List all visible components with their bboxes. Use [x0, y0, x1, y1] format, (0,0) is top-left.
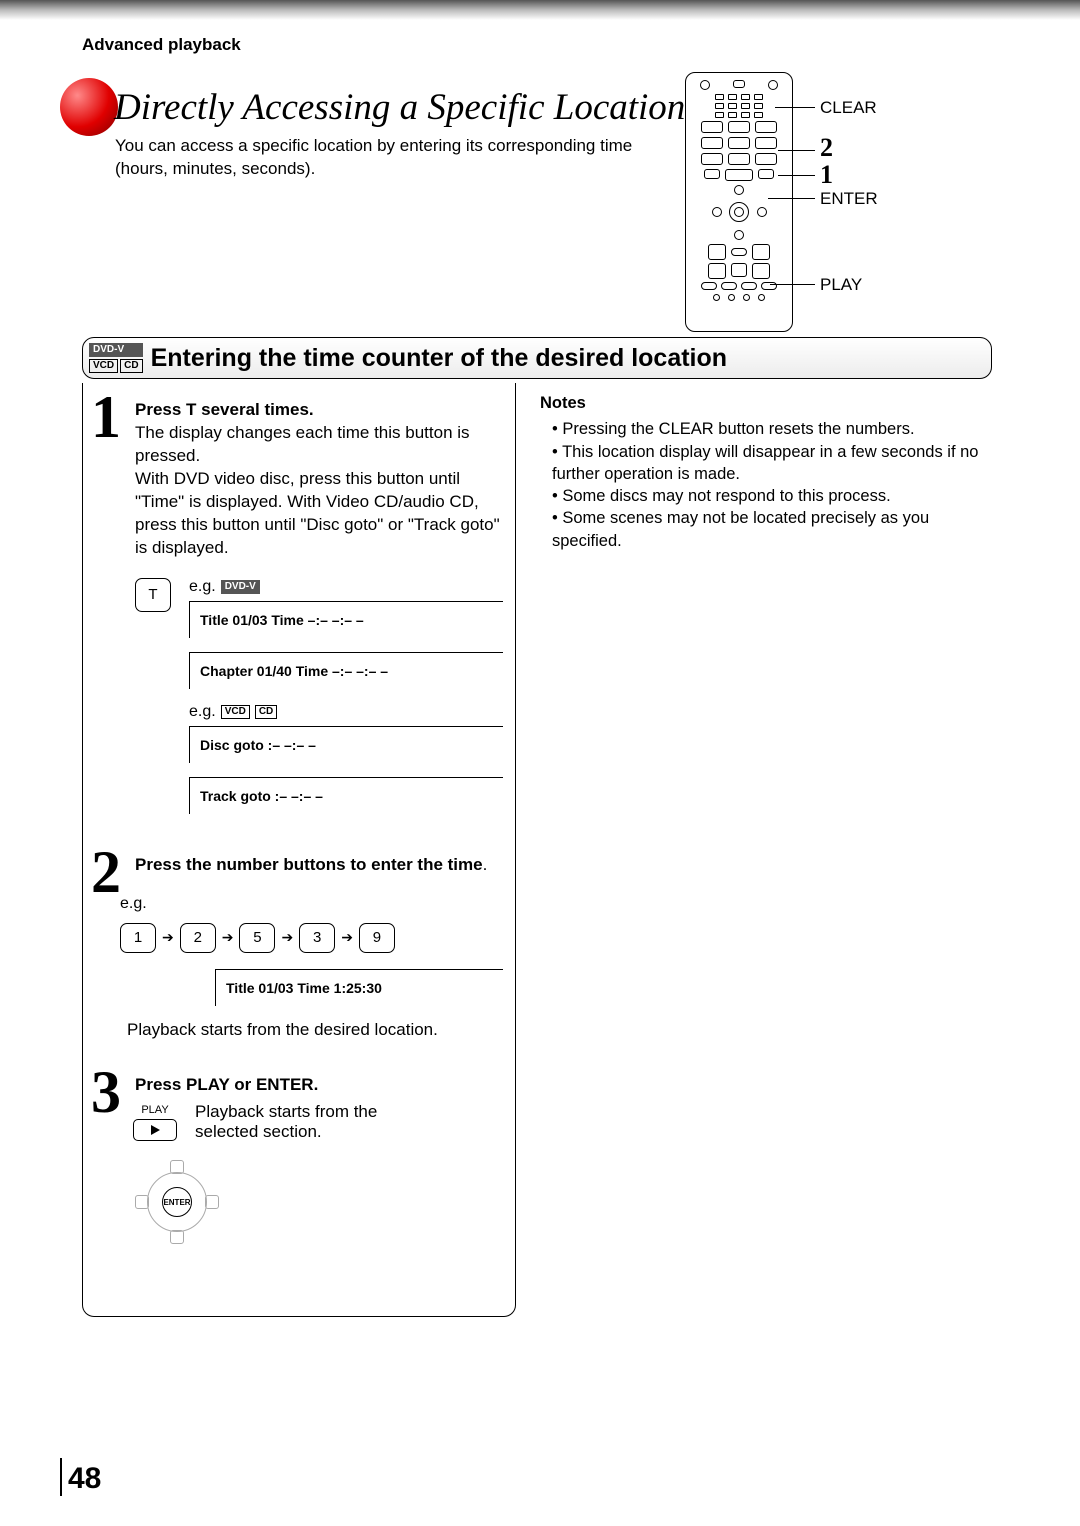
- remote-label-num2: 2: [820, 133, 833, 163]
- remote-label-play: PLAY: [820, 275, 862, 295]
- display-readout: Track goto :– –:– –: [189, 777, 503, 814]
- step-text: Playback starts from the selected sectio…: [195, 1102, 445, 1142]
- num-key: 1: [120, 923, 156, 953]
- page-number-bar: [60, 1458, 62, 1496]
- section-title: Entering the time counter of the desired…: [151, 344, 727, 373]
- step-number: 3: [91, 1062, 121, 1122]
- page-number-wrap: 48: [60, 1458, 101, 1496]
- leader-line: [778, 150, 815, 151]
- step-heading: Press PLAY or ENTER.: [135, 1075, 318, 1094]
- badge-dvdv: DVD-V: [89, 343, 143, 357]
- display-readout: Title 01/03 Time 1:25:30: [215, 969, 503, 1006]
- top-gradient-bar: [0, 0, 1080, 20]
- display-readout: Chapter 01/40 Time –:– –:– –: [189, 652, 503, 689]
- leader-line: [775, 107, 815, 108]
- display-readout: Title 01/03 Time –:– –:– –: [189, 601, 503, 638]
- remote-label-num1: 1: [820, 160, 833, 190]
- note-item: This location display will disappear in …: [552, 441, 992, 486]
- leader-line: [768, 198, 815, 199]
- step-2: 2 Press the number buttons to enter the …: [95, 854, 503, 1040]
- arrow-icon: ➔: [341, 929, 353, 946]
- eg-prefix: e.g.: [120, 895, 503, 913]
- remote-control-diagram: [685, 72, 793, 332]
- badge-cd: CD: [255, 705, 277, 719]
- notes-section: Notes Pressing the CLEAR button resets t…: [540, 392, 992, 552]
- number-key-sequence: 1 ➔ 2 ➔ 5 ➔ 3 ➔ 9: [120, 923, 503, 953]
- arrow-icon: ➔: [162, 929, 174, 946]
- badge-cd: CD: [120, 359, 142, 373]
- disc-type-badges: DVD-V VCD CD: [83, 343, 151, 373]
- remote-label-clear: CLEAR: [820, 98, 877, 118]
- step-heading-suffix: .: [483, 855, 488, 874]
- steps-box: 1 Press T several times. The display cha…: [82, 383, 516, 1317]
- step-heading: Press T several times.: [135, 400, 314, 419]
- note-item: Some discs may not respond to this proce…: [552, 485, 992, 507]
- page-number: 48: [68, 1462, 101, 1496]
- num-key: 3: [299, 923, 335, 953]
- notes-heading: Notes: [540, 392, 992, 414]
- step-number: 2: [91, 842, 121, 902]
- note-item: Some scenes may not be located precisely…: [552, 507, 992, 552]
- eg-prefix: e.g.: [189, 578, 216, 596]
- remote-label-enter: ENTER: [820, 189, 878, 209]
- page-title: Directly Accessing a Specific Location: [114, 86, 685, 129]
- note-item: Pressing the CLEAR button resets the num…: [552, 418, 992, 440]
- step-3: 3 Press PLAY or ENTER. PLAY Playback sta…: [95, 1074, 503, 1243]
- header-section: Advanced playback: [82, 35, 241, 55]
- step-heading: Press the number buttons to enter the ti…: [135, 855, 483, 874]
- step-1: 1 Press T several times. The display cha…: [95, 399, 503, 828]
- play-key-label: PLAY: [141, 1104, 168, 1116]
- red-sphere-bullet: [60, 78, 118, 136]
- badge-vcd: VCD: [89, 359, 118, 373]
- section-label: Advanced playback: [82, 35, 241, 55]
- num-key: 5: [239, 923, 275, 953]
- step-text: Playback starts from the desired locatio…: [127, 1020, 503, 1040]
- badge-dvdv: DVD-V: [221, 580, 260, 594]
- section-heading: DVD-V VCD CD Entering the time counter o…: [82, 337, 992, 379]
- play-key-icon: [133, 1119, 177, 1141]
- num-key: 2: [180, 923, 216, 953]
- arrow-icon: ➔: [281, 929, 293, 946]
- badge-vcd: VCD: [221, 705, 250, 719]
- t-key: T: [135, 578, 171, 612]
- display-readout: Disc goto :– –:– –: [189, 726, 503, 763]
- intro-text: You can access a specific location by en…: [115, 135, 675, 181]
- arrow-icon: ➔: [222, 929, 234, 946]
- step-text: The display changes each time this butto…: [135, 423, 470, 465]
- enter-dpad-diagram: ENTER: [137, 1162, 217, 1242]
- leader-line: [778, 175, 815, 176]
- title-row: Directly Accessing a Specific Location: [60, 78, 685, 136]
- step-text: With DVD video disc, press this button u…: [135, 469, 500, 557]
- num-key: 9: [359, 923, 395, 953]
- step-number: 1: [91, 387, 121, 447]
- leader-line: [770, 284, 815, 285]
- eg-prefix: e.g.: [189, 703, 216, 721]
